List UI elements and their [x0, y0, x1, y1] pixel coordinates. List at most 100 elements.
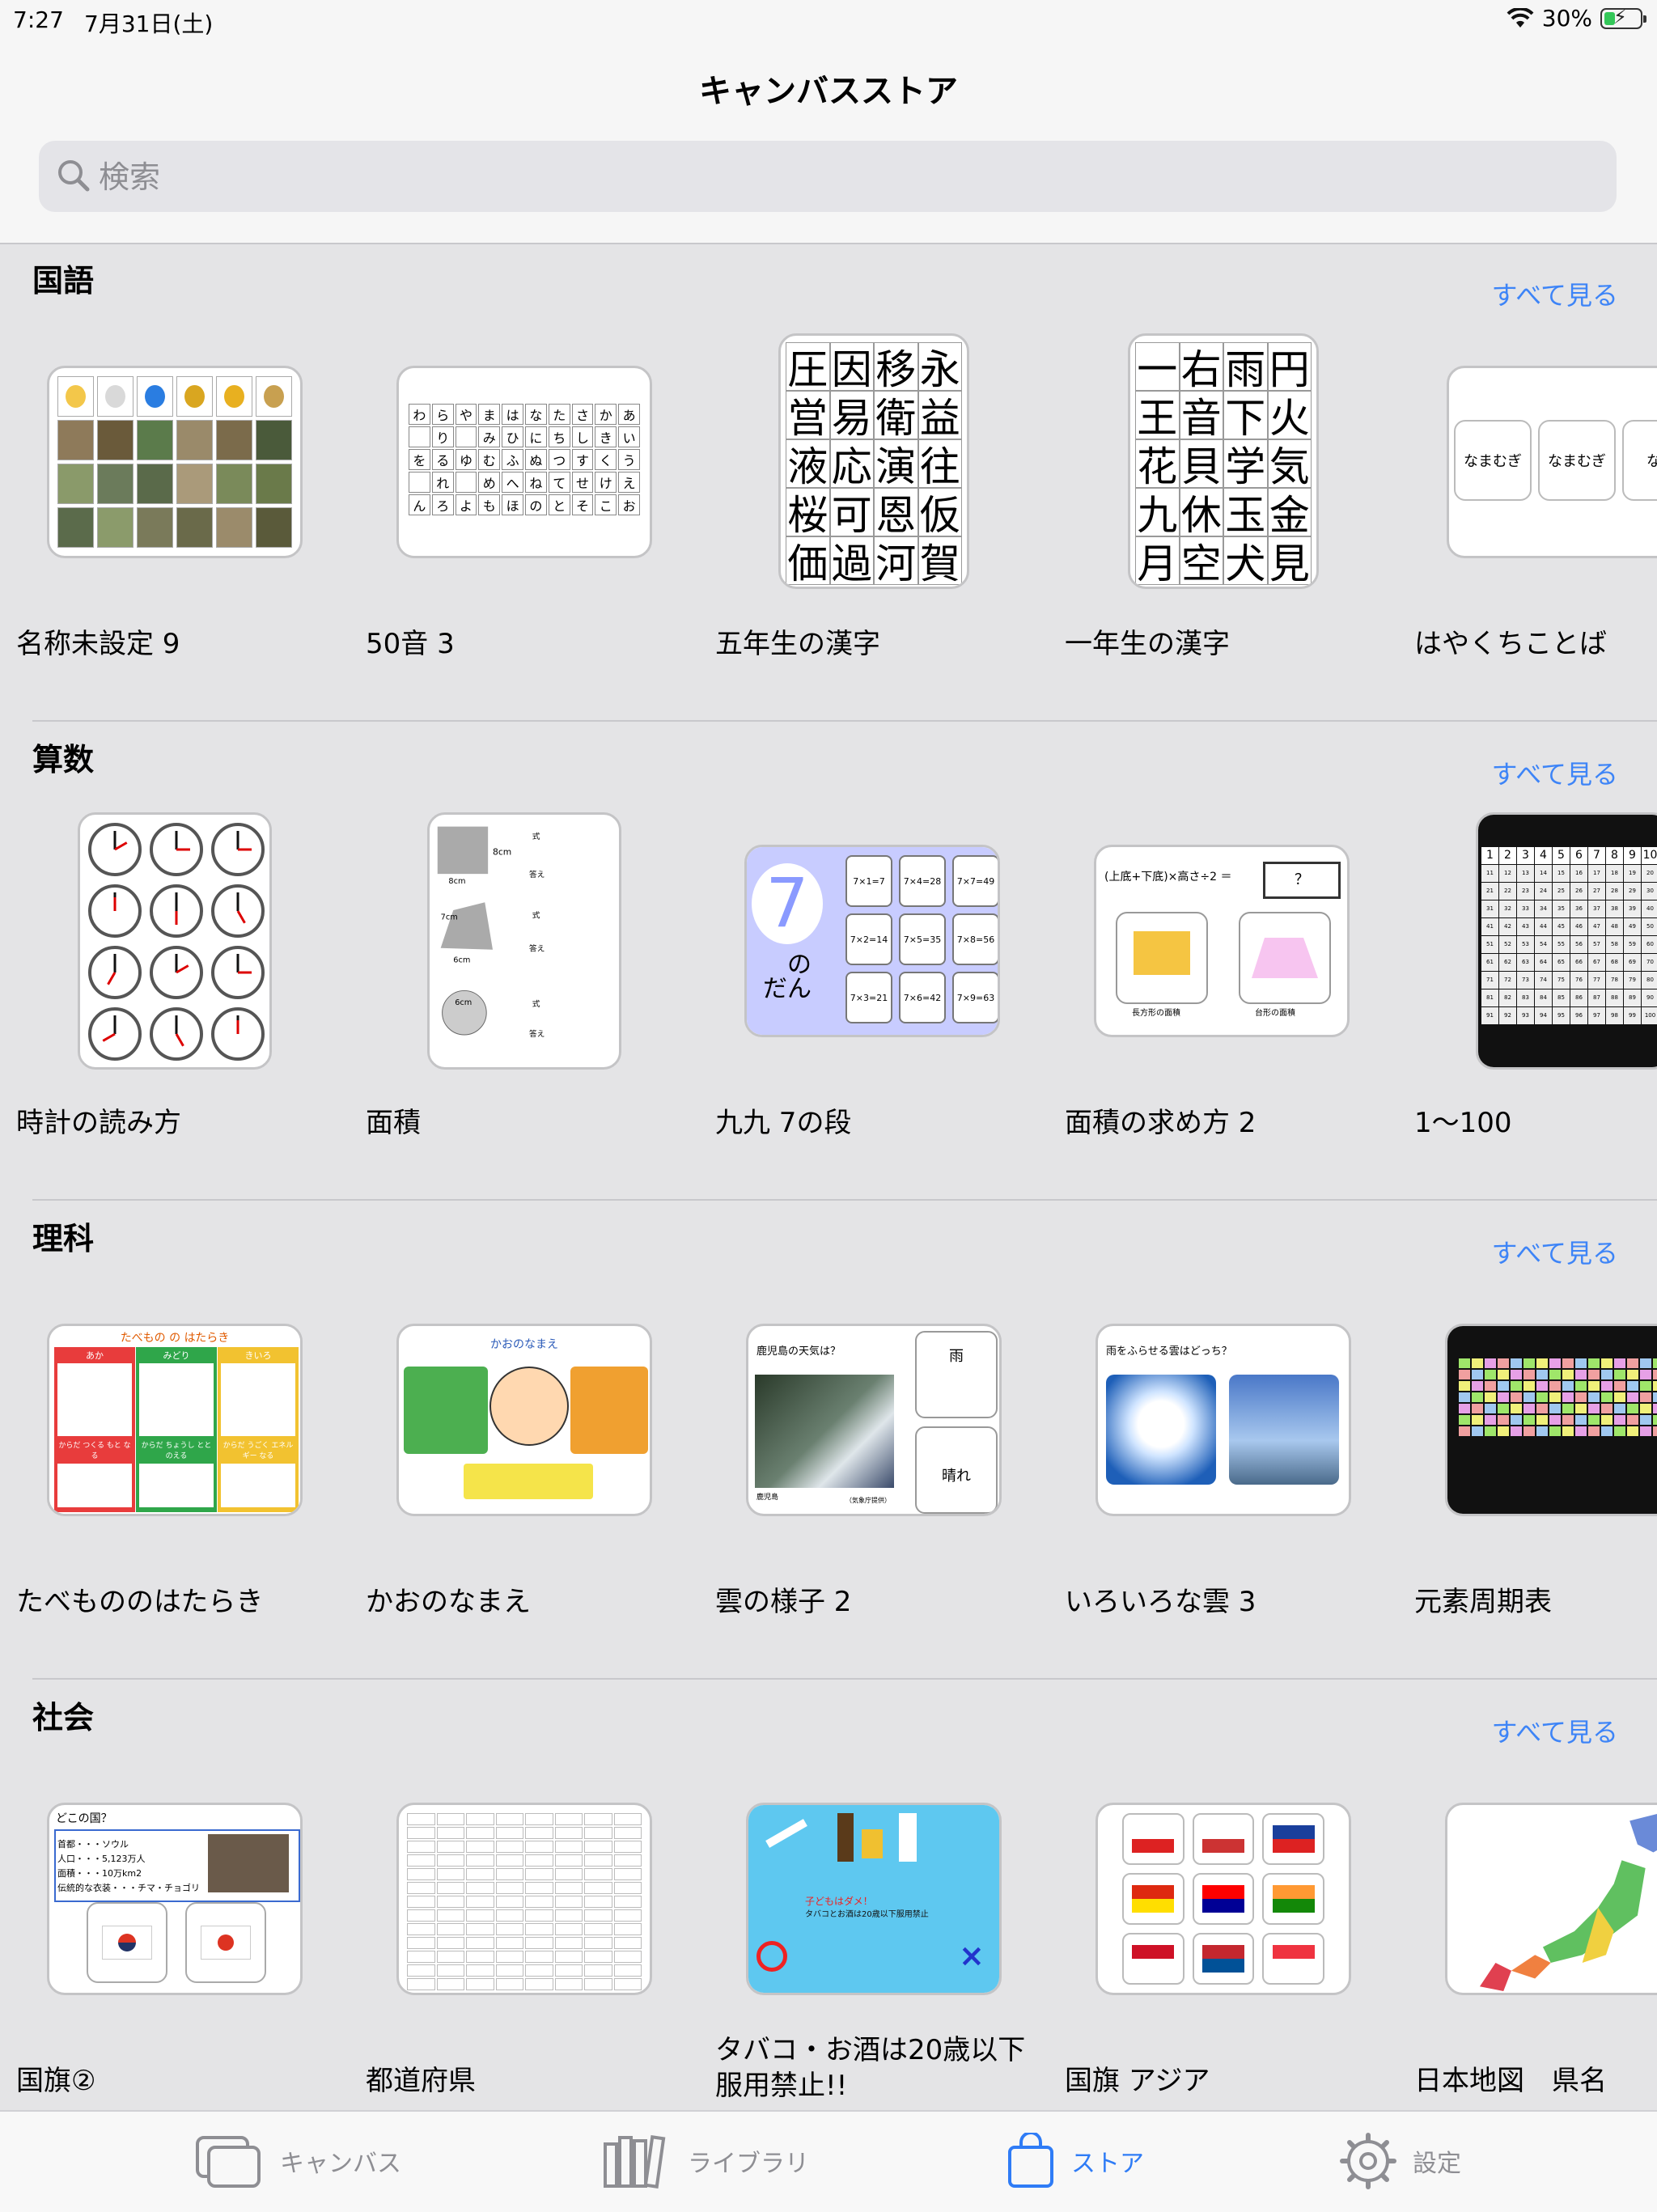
canvas-card[interactable]: (上底+下底)×高さ÷2 ＝ ？ 長方形の面積 台形の面積 面積の求め方 2: [1049, 722, 1398, 1201]
canvas-card[interactable]: どこの国？ 首都・・・ソウル 人口・・・5,123万人 面積・・・10万km2 伝統的…: [0, 1680, 350, 2159]
canvas-card[interactable]: わらやまはなたさかありみひにちしきいをるゆむふぬつすくうれめへねてせけえんろよも…: [350, 243, 699, 722]
canvas-card[interactable]: 一右雨円王音下火花貝学気九休玉金月空犬見 一年生の漢字: [1049, 243, 1398, 722]
svg-text:7cm: 7cm: [441, 913, 458, 922]
svg-text:式: 式: [532, 998, 540, 1009]
section-title: 理科: [32, 1221, 95, 1256]
canvas-card[interactable]: 日本地図 県名: [1398, 1680, 1657, 2159]
canvas-card[interactable]: 雨をふらせる雲はどっち？ いろいろな雲 3: [1049, 1201, 1398, 1680]
section-1: 時計の読み方 8cm 8cm 7cm 6cm 6cm 式答え 式答え 式答え 面積 …: [0, 722, 1657, 1201]
svg-text:答え: 答え: [529, 869, 545, 879]
card-title: 国旗 アジア: [1065, 2065, 1210, 2097]
svg-text:答え: 答え: [529, 943, 545, 954]
card-title: 一年生の漢字: [1065, 628, 1230, 660]
status-bar: 7:27 7月31日(土) 30% ⚡: [0, 0, 1657, 42]
card-title: 1〜100: [1414, 1107, 1512, 1139]
no-smoking-thumbnail: 子どもはダメ！ タバコとお酒は20歳以下服用禁止 ×: [746, 1803, 1002, 1995]
section-3: どこの国？ 首都・・・ソウル 人口・・・5,123万人 面積・・・10万km2 伝統的…: [0, 1680, 1657, 2159]
tab-bar: キャンバス ライブラリ ストア 設定: [0, 2110, 1657, 2212]
card-title: 名称未設定 9: [16, 628, 180, 660]
cloud-weather-thumbnail: 鹿児島の天気は？ 鹿児島 （気象庁提供） 雨 晴れ: [746, 1324, 1002, 1516]
see-all-link[interactable]: すべて見る: [1492, 754, 1618, 791]
card-row: どこの国？ 首都・・・ソウル 人口・・・5,123万人 面積・・・10万km2 伝統的…: [0, 1680, 1657, 2159]
navigation-bar: キャンバスストア: [0, 42, 1657, 244]
card-title: タバコ・お酒は20歳以下服用禁止!!: [715, 2034, 1026, 2097]
canvas-card[interactable]: 子どもはダメ！ タバコとお酒は20歳以下服用禁止 × タバコ・お酒は20歳以下服…: [699, 1680, 1049, 2159]
canvas-card[interactable]: かおのなまえ かおのなまえ: [350, 1201, 699, 1680]
card-title: 国旗②: [16, 2065, 96, 2097]
kana-50on-thumbnail: わらやまはなたさかありみひにちしきいをるゆむふぬつすくうれめへねてせけえんろよも…: [396, 366, 652, 558]
canvas-card[interactable]: 1 2 3 4 5 6 7 8 9 10 11 12 13 14 15 16 17 18 19 20 21 22 23 24 2…: [1398, 722, 1657, 1201]
card-title: 雲の様子 2: [715, 1586, 852, 1618]
tab-library[interactable]: ライブラリ: [602, 2133, 809, 2189]
svg-text:答え: 答え: [529, 1028, 545, 1039]
card-row: 名称未設定 9 わらやまはなたさかありみひにちしきいをるゆむふぬつすくうれめへね…: [0, 243, 1657, 722]
flag-quiz-thumbnail: どこの国？ 首都・・・ソウル 人口・・・5,123万人 面積・・・10万km2 伝統的…: [47, 1803, 303, 1995]
see-all-link[interactable]: すべて見る: [1492, 1233, 1618, 1270]
tab-store[interactable]: ストア: [1006, 2133, 1144, 2189]
svg-text:8cm: 8cm: [448, 877, 465, 886]
library-icon: [604, 2135, 666, 2189]
periodic-table-thumbnail: [1445, 1324, 1657, 1516]
tab-settings[interactable]: 設定: [1340, 2133, 1461, 2189]
search-bar[interactable]: [39, 141, 1617, 212]
card-title: 面積の求め方 2: [1065, 1107, 1257, 1139]
canvas-card[interactable]: 圧因移永営易衛益液応演往桜可恩仮価過河賀 五年生の漢字: [699, 243, 1049, 722]
see-all-link[interactable]: すべて見る: [1492, 275, 1618, 312]
svg-text:式: 式: [532, 831, 540, 841]
card-title: たべもののはたらき: [16, 1586, 264, 1618]
area-formula-thumbnail: (上底+下底)×高さ÷2 ＝ ？ 長方形の面積 台形の面積: [1094, 845, 1350, 1037]
card-title: はやくちことば: [1414, 628, 1607, 660]
face-parts-thumbnail: かおのなまえ: [396, 1324, 652, 1516]
search-icon: [58, 160, 90, 192]
canvas-card[interactable]: 鹿児島の天気は？ 鹿児島 （気象庁提供） 雨 晴れ 雲の様子 2: [699, 1201, 1049, 1680]
animal-grid-thumbnail: [47, 366, 303, 558]
canvas-card[interactable]: 時計の読み方: [0, 722, 350, 1201]
card-title: いろいろな雲 3: [1065, 1586, 1257, 1618]
canvas-card[interactable]: 7 の だん 7×1=7 7×4=28 7×7=49 7×2=14 7×5=35 7×8=…: [699, 722, 1049, 1201]
tab-canvas-label: キャンバス: [280, 2150, 401, 2178]
card-title: 日本地図 県名: [1414, 2065, 1607, 2097]
section-0: 名称未設定 9 わらやまはなたさかありみひにちしきいをるゆむふぬつすくうれめへね…: [0, 243, 1657, 722]
battery-percent: 30%: [1541, 5, 1592, 32]
hayakuchi-thumbnail: なまむぎなまむぎなま: [1447, 366, 1657, 558]
canvas-card[interactable]: 8cm 8cm 7cm 6cm 6cm 式答え 式答え 式答え 面積: [350, 722, 699, 1201]
store-bag-icon: [1008, 2133, 1053, 2188]
settings-gear-icon: [1340, 2133, 1396, 2189]
canvas-card[interactable]: なまむぎなまむぎなま はやくちことば: [1398, 243, 1657, 722]
kanji-grade1-thumbnail: 一右雨円王音下火花貝学気九休玉金月空犬見: [1128, 333, 1319, 589]
card-title: かおのなまえ: [366, 1586, 531, 1618]
svg-text:8cm: 8cm: [493, 847, 511, 858]
canvas-card[interactable]: 国旗 アジア: [1049, 1680, 1398, 2159]
tab-library-label: ライブラリ: [688, 2150, 809, 2178]
card-title: 面積: [366, 1107, 421, 1139]
food-function-thumbnail: たべもの の はたらき あか からだ つくる もと なる みどり からだ ちょう…: [47, 1324, 303, 1516]
canvas-card[interactable]: 元素周期表: [1398, 1201, 1657, 1680]
prefecture-list-thumbnail: [396, 1803, 652, 1995]
svg-text:式: 式: [532, 910, 540, 921]
status-time: 7:27: [13, 6, 64, 33]
japan-map-thumbnail: [1445, 1803, 1657, 1995]
card-row: 時計の読み方 8cm 8cm 7cm 6cm 6cm 式答え 式答え 式答え 面積 …: [0, 722, 1657, 1201]
card-title: 五年生の漢字: [715, 628, 880, 660]
section-title: 社会: [32, 1700, 95, 1735]
tab-store-label: ストア: [1071, 2150, 1144, 2178]
card-row: たべもの の はたらき あか からだ つくる もと なる みどり からだ ちょう…: [0, 1201, 1657, 1680]
wifi-icon: [1507, 7, 1534, 28]
canvas-card[interactable]: 都道府県: [350, 1680, 699, 2159]
battery-icon: ⚡: [1600, 6, 1646, 29]
card-title: 都道府県: [366, 2065, 476, 2097]
canvas-card[interactable]: 名称未設定 9: [0, 243, 350, 722]
kanji-grade5-thumbnail: 圧因移永営易衛益液応演往桜可恩仮価過河賀: [778, 333, 969, 589]
see-all-link[interactable]: すべて見る: [1492, 1712, 1618, 1749]
section-title: 算数: [32, 742, 95, 778]
search-input[interactable]: [97, 150, 1557, 204]
tab-canvas[interactable]: キャンバス: [194, 2133, 401, 2189]
area-worksheet-thumbnail: 8cm 8cm 7cm 6cm 6cm 式答え 式答え 式答え: [427, 812, 621, 1070]
status-right: 30% ⚡: [1507, 5, 1646, 32]
page-title: キャンバスストア: [699, 73, 958, 110]
canvas-icon: [196, 2136, 261, 2188]
canvas-card[interactable]: たべもの の はたらき あか からだ つくる もと なる みどり からだ ちょう…: [0, 1201, 350, 1680]
card-title: 元素周期表: [1414, 1586, 1552, 1618]
number-chart-thumbnail: 1 2 3 4 5 6 7 8 9 10 11 12 13 14 15 16 17 18 19 20 21 22 23 24 2…: [1476, 812, 1657, 1070]
tab-settings-label: 設定: [1413, 2150, 1461, 2178]
